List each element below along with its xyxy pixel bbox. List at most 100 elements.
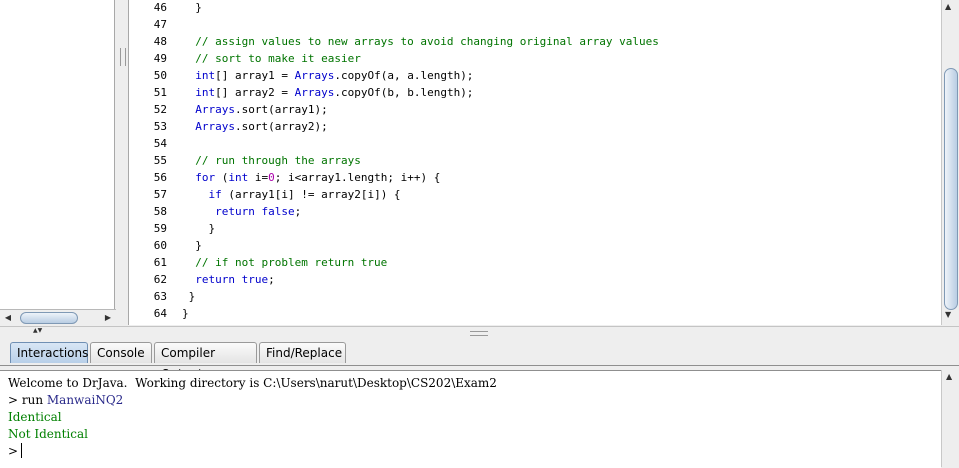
- command-line: > run ManwaiNQ2: [8, 392, 123, 409]
- code-line: 58 return false;: [129, 203, 942, 220]
- code-token: (: [215, 171, 229, 184]
- code-token: int: [195, 69, 216, 82]
- code-token: }: [182, 290, 196, 303]
- code-line: 52 Arrays.sort(array1);: [129, 101, 942, 118]
- code-token: Arrays: [195, 120, 235, 133]
- code-token: return: [215, 205, 255, 218]
- code-token: // if not problem return true: [195, 256, 388, 269]
- interactions-pane[interactable]: Welcome to DrJava. Working directory is …: [0, 370, 941, 468]
- tab-find-replace[interactable]: Find/Replace: [259, 342, 346, 363]
- code-editor[interactable]: 46 } 47 48 // assign values to new arrays …: [128, 0, 942, 325]
- text-caret: [21, 443, 22, 458]
- line-number: 48: [153, 35, 167, 48]
- code-text: return false;: [182, 203, 301, 220]
- code-token: // run through the arrays: [195, 154, 361, 167]
- code-text: // if not problem return true: [182, 254, 387, 271]
- scroll-up-icon[interactable]: ▲: [945, 2, 951, 11]
- code-text: // run through the arrays: [182, 152, 361, 169]
- file-list-horizontal-scrollbar[interactable]: ◀ ▶: [0, 309, 116, 326]
- code-text: Arrays.sort(array2);: [182, 118, 327, 135]
- scrollbar-thumb[interactable]: [20, 312, 78, 324]
- command-text: run: [18, 393, 47, 407]
- code-token: }: [182, 222, 216, 235]
- scroll-up-icon[interactable]: ▲: [946, 372, 952, 381]
- tab-compiler-output[interactable]: Compiler Output: [154, 342, 257, 381]
- line-number: 52: [153, 103, 167, 116]
- code-line: 60 }: [129, 237, 942, 254]
- code-line: 63 }: [129, 288, 942, 305]
- scroll-down-icon[interactable]: ▼: [945, 310, 951, 319]
- code-token: .sort(array1);: [235, 103, 328, 116]
- scrollbar-thumb[interactable]: [944, 68, 958, 310]
- code-token: int: [195, 86, 216, 99]
- collapse-arrows-icon[interactable]: ▲▼: [33, 328, 42, 334]
- code-line: 47: [129, 16, 942, 33]
- code-token: ;: [294, 205, 302, 218]
- line-number: 57: [153, 188, 167, 201]
- vertical-splitter-grip[interactable]: [120, 48, 126, 66]
- scroll-right-icon[interactable]: ▶: [101, 311, 115, 324]
- line-number: 54: [153, 137, 167, 150]
- line-number: 50: [153, 69, 167, 82]
- code-token: int: [228, 171, 249, 184]
- line-number: 58: [153, 205, 167, 218]
- code-line: 64}: [129, 305, 942, 322]
- code-token: }: [182, 239, 202, 252]
- code-text: if (array1[i] != array2[i]) {: [182, 186, 401, 203]
- code-line: 56 for (int i=0; i<array1.length; i++) {: [129, 169, 942, 186]
- code-line: 49 // sort to make it easier: [129, 50, 942, 67]
- code-token: true: [241, 273, 269, 286]
- code-line: 62 return true;: [129, 271, 942, 288]
- code-text: }: [182, 237, 202, 254]
- code-line: 57 if (array1[i] != array2[i]) {: [129, 186, 942, 203]
- code-token: Arrays: [294, 86, 335, 99]
- code-token: (array1[i] != array2[i]) {: [221, 188, 401, 201]
- code-line: 59 }: [129, 220, 942, 237]
- current-prompt: >: [8, 444, 19, 458]
- line-number: 56: [153, 171, 167, 184]
- code-line: 48 // assign values to new arrays to avo…: [129, 33, 942, 50]
- line-number: 49: [153, 52, 167, 65]
- code-token: }: [182, 1, 202, 14]
- code-line: 50 int[] array1 = Arrays.copyOf(a, a.len…: [129, 67, 942, 84]
- bottom-tab-bar: Interactions Console Compiler Output Fin…: [0, 338, 959, 381]
- line-number: 47: [153, 18, 167, 31]
- editor-vertical-scrollbar[interactable]: ▲ ▼: [941, 0, 959, 325]
- code-token: for: [195, 171, 216, 184]
- line-number: 64: [153, 307, 167, 320]
- line-number: 60: [153, 239, 167, 252]
- tab-console[interactable]: Console: [90, 342, 152, 363]
- output-line: Identical: [8, 410, 62, 424]
- code-text: }: [182, 305, 189, 322]
- splitter-grip[interactable]: [470, 331, 488, 336]
- code-token: i=: [248, 171, 269, 184]
- file-list[interactable]: [0, 0, 115, 309]
- line-number: 51: [153, 86, 167, 99]
- code-text: // sort to make it easier: [182, 50, 361, 67]
- code-line: 51 int[] array2 = Arrays.copyOf(b, b.len…: [129, 84, 942, 101]
- code-token: 0: [268, 171, 275, 184]
- code-text: }: [182, 0, 202, 16]
- code-text: int[] array2 = Arrays.copyOf(b, b.length…: [182, 84, 473, 101]
- code-token: [] array1 =: [215, 69, 295, 82]
- code-token: Arrays: [195, 103, 235, 116]
- command-class: ManwaiNQ2: [46, 393, 124, 407]
- code-token: if: [208, 188, 222, 201]
- code-line: 53 Arrays.sort(array2);: [129, 118, 942, 135]
- welcome-message: Welcome to DrJava. Working directory is …: [8, 376, 497, 390]
- code-text: // assign values to new arrays to avoid …: [182, 33, 659, 50]
- tab-interactions[interactable]: Interactions: [10, 342, 88, 363]
- interactions-vertical-scrollbar[interactable]: ▲: [941, 370, 959, 467]
- code-token: false: [261, 205, 295, 218]
- scroll-left-icon[interactable]: ◀: [1, 311, 15, 324]
- code-line: 54: [129, 135, 942, 152]
- code-token: .copyOf(b, b.length);: [334, 86, 474, 99]
